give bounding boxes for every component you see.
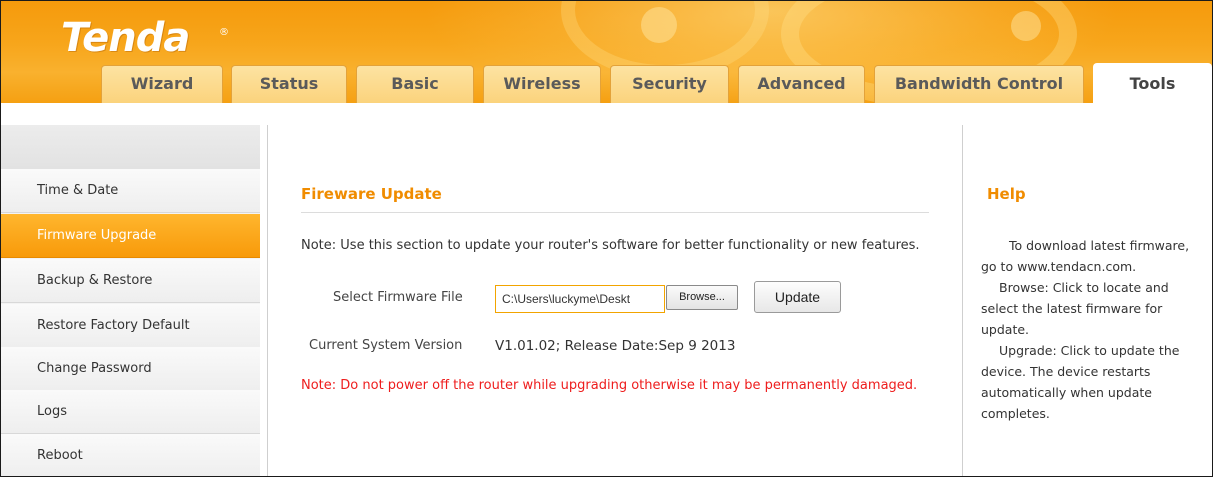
main-nav-tabs: Wizard Status Basic Wireless Security Ad…: [1, 63, 1212, 103]
tab-security[interactable]: Security: [610, 65, 729, 103]
info-note: Note: Use this section to update your ro…: [301, 238, 920, 253]
help-paragraph-browse: Browse: Click to locate and select the l…: [981, 280, 1169, 337]
sidebar: Time & Date Firmware Upgrade Backup & Re…: [1, 125, 260, 476]
help-text: To download latest firmware, go to www.t…: [981, 235, 1191, 424]
sidebar-item-logs[interactable]: Logs: [1, 390, 260, 434]
title-divider: [301, 212, 929, 213]
sidebar-item-reboot[interactable]: Reboot: [1, 434, 260, 476]
main-content: Fireware Update Note: Use this section t…: [269, 125, 961, 476]
header-banner: Tenda ® Wizard Status Basic Wireless Sec…: [1, 1, 1212, 103]
current-version-label: Current System Version: [309, 338, 463, 353]
sidebar-item-backup-restore[interactable]: Backup & Restore: [1, 259, 260, 303]
update-button[interactable]: Update: [754, 281, 841, 313]
current-version-value: V1.01.02; Release Date:Sep 9 2013: [495, 338, 736, 354]
router-admin-window: Tenda ® Wizard Status Basic Wireless Sec…: [0, 0, 1213, 477]
help-paragraph-upgrade: Upgrade: Click to update the device. The…: [981, 343, 1180, 421]
help-panel: Help To download latest firmware, go to …: [963, 125, 1212, 476]
page-title: Fireware Update: [301, 185, 442, 203]
tab-wireless[interactable]: Wireless: [483, 65, 601, 103]
firmware-file-input[interactable]: C:\Users\luckyme\Deskt: [495, 285, 665, 313]
sidebar-item-time-date[interactable]: Time & Date: [1, 169, 260, 213]
help-paragraph-download: To download latest firmware, go to www.t…: [981, 238, 1190, 274]
tab-bandwidth-control[interactable]: Bandwidth Control: [874, 65, 1084, 103]
select-firmware-label: Select Firmware File: [333, 290, 463, 305]
sidebar-item-firmware-upgrade[interactable]: Firmware Upgrade: [1, 214, 260, 258]
tab-wizard[interactable]: Wizard: [101, 65, 223, 103]
help-title: Help: [987, 185, 1026, 203]
tenda-logo: Tenda: [61, 15, 190, 61]
registered-mark: ®: [219, 27, 229, 38]
tab-tools[interactable]: Tools: [1093, 63, 1212, 103]
warning-note: Note: Do not power off the router while …: [301, 378, 918, 393]
sidebar-item-change-password[interactable]: Change Password: [1, 347, 260, 391]
browse-button[interactable]: Browse...: [666, 285, 738, 310]
tab-status[interactable]: Status: [231, 65, 347, 103]
sidebar-item-restore-factory-default[interactable]: Restore Factory Default: [1, 304, 260, 348]
tab-advanced[interactable]: Advanced: [738, 65, 865, 103]
tab-basic[interactable]: Basic: [356, 65, 474, 103]
divider-left: [267, 125, 268, 476]
